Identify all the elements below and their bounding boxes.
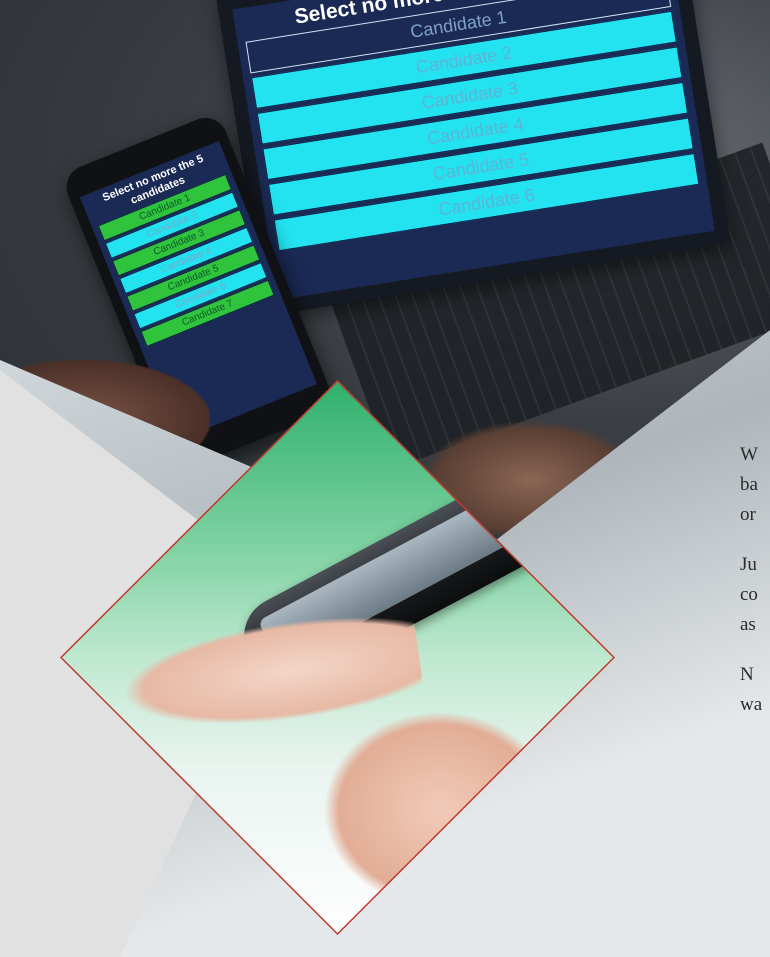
diamond-image-frame bbox=[60, 380, 615, 935]
text-line: ba bbox=[740, 474, 758, 495]
text-line: W bbox=[740, 444, 758, 465]
text-line: wa bbox=[740, 694, 763, 715]
laptop-voting-screen: Select no more the 5 candidates Candidat… bbox=[232, 0, 715, 300]
text-line: N bbox=[740, 664, 754, 685]
body-text-cutoff: W ba or Ju co as N wa bbox=[740, 440, 770, 740]
text-line: as bbox=[740, 614, 756, 635]
text-line: co bbox=[740, 584, 758, 605]
diamond-border bbox=[60, 380, 615, 935]
paragraph-1: W ba or bbox=[740, 440, 770, 530]
text-line: Ju bbox=[740, 554, 757, 575]
paragraph-2: Ju co as bbox=[740, 550, 770, 640]
paragraph-3: N wa bbox=[740, 660, 770, 720]
text-line: or bbox=[740, 504, 756, 525]
